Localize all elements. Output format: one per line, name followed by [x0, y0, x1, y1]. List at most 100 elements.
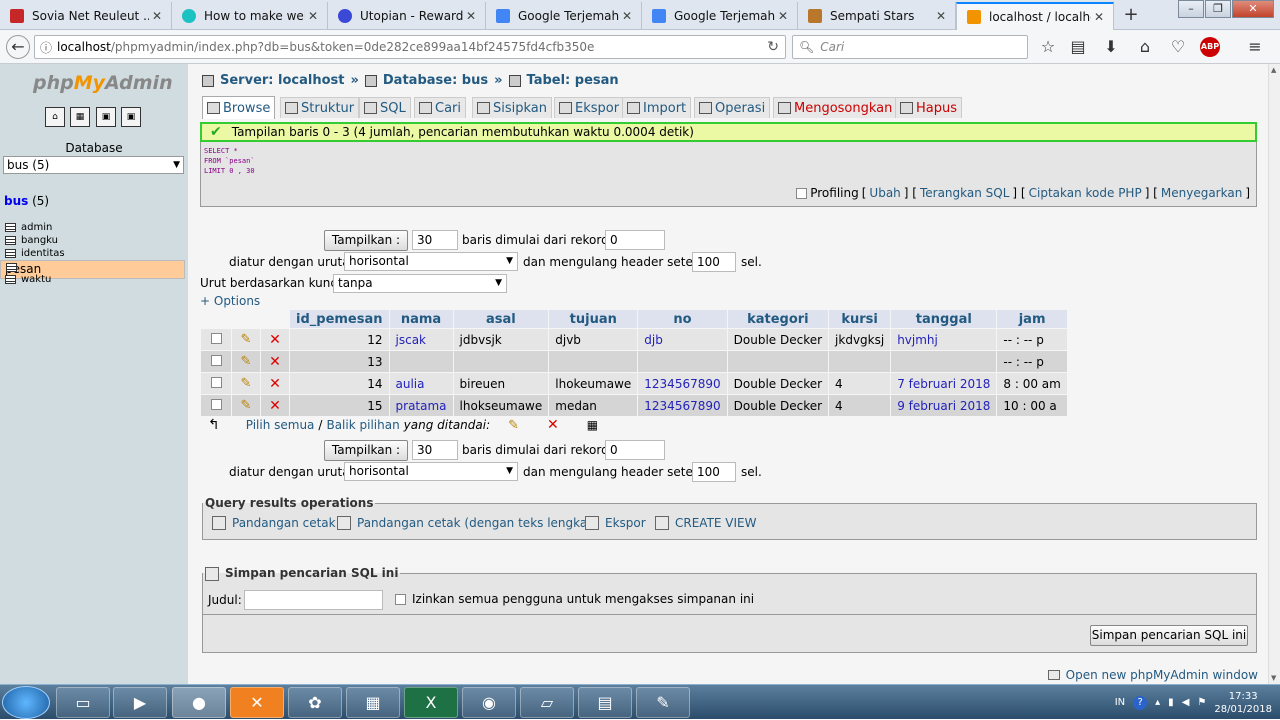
download-icon[interactable]: ⬇	[1099, 36, 1123, 58]
bookmark-star-icon[interactable]: ☆	[1036, 36, 1060, 58]
table-icon[interactable]	[5, 249, 16, 258]
row-checkbox[interactable]	[210, 332, 222, 344]
home-icon[interactable]: ⌂	[1133, 36, 1157, 58]
invert-selection-link[interactable]: Balik pilihan	[326, 418, 399, 432]
tab-struktur[interactable]: Struktur	[280, 97, 360, 118]
export-icon[interactable]: ▦	[587, 418, 598, 432]
column-header[interactable]: asal	[453, 310, 549, 328]
start-row-input-top[interactable]: 0	[605, 230, 665, 250]
tab-mengosongkan[interactable]: Mengosongkan	[773, 97, 898, 118]
explain-sql-link[interactable]: Terangkan SQL	[920, 186, 1009, 200]
firefox-icon[interactable]: ●	[172, 687, 226, 718]
table-icon[interactable]	[5, 223, 16, 232]
tab-hapus[interactable]: Hapus	[895, 97, 963, 118]
order-select-bottom[interactable]: horisontal ▼	[344, 462, 518, 481]
tab-import[interactable]: Import	[622, 97, 692, 118]
language-indicator[interactable]: IN	[1115, 697, 1125, 708]
sidebar-table-admin[interactable]: admin	[0, 221, 185, 234]
tab-cari[interactable]: Cari	[414, 97, 466, 118]
flag-icon[interactable]: ⚑	[1197, 697, 1206, 708]
delete-icon[interactable]: ✕	[547, 417, 559, 433]
print-view-full-link[interactable]: Pandangan cetak (dengan teks lengkap)	[337, 516, 600, 530]
maximize-button[interactable]: ❐	[1205, 0, 1231, 18]
pma-logo[interactable]: phpMyAdmin	[33, 72, 173, 94]
network-icon[interactable]: ▮	[1168, 697, 1174, 708]
column-header[interactable]: nama	[389, 310, 453, 328]
url-bar[interactable]: ⓘ localhost/phpmyadmin/index.php?db=bus&…	[34, 35, 786, 59]
search-input[interactable]: 🔍︎ Cari	[792, 35, 1028, 59]
sidebar-table-waktu[interactable]: waktu	[0, 273, 185, 286]
breadcrumb-server[interactable]: Server: localhost	[220, 73, 344, 88]
delete-icon[interactable]: ✕	[269, 354, 281, 370]
excel-icon[interactable]: X	[404, 687, 458, 718]
create-php-code-link[interactable]: Ciptakan kode PHP	[1029, 186, 1142, 200]
column-header[interactable]: jam	[997, 310, 1067, 328]
browser-tab-4[interactable]: Google Terjemahan✕	[486, 2, 642, 30]
row-checkbox[interactable]	[210, 398, 222, 410]
notepad-icon[interactable]: ▱	[520, 687, 574, 718]
tab-sisipkan[interactable]: Sisipkan	[472, 97, 553, 118]
tab-close-icon[interactable]: ✕	[619, 9, 635, 23]
docs-icon[interactable]: ▣	[121, 107, 141, 127]
rows-input-bottom[interactable]: 30	[412, 440, 458, 460]
tab-sql[interactable]: SQL	[359, 97, 411, 118]
new-tab-button[interactable]: +	[1120, 4, 1142, 26]
sidebar-table-identitas[interactable]: identitas	[0, 247, 185, 260]
browser-tab-active[interactable]: localhost / localho...✕	[956, 2, 1114, 30]
adblock-icon[interactable]: ABP	[1200, 37, 1220, 57]
database-select[interactable]: bus (5) ▼	[3, 156, 184, 174]
clock[interactable]: 17:33 28/01/2018	[1214, 690, 1272, 716]
pocket-icon[interactable]: ♡	[1166, 36, 1190, 58]
app-icon[interactable]: ✿	[288, 687, 342, 718]
pencil-icon[interactable]: ✎	[241, 332, 252, 347]
column-header[interactable]: kategori	[727, 310, 829, 328]
sidebar-table-bangku[interactable]: bangku	[0, 234, 185, 247]
info-icon[interactable]: ⓘ	[35, 39, 57, 56]
breadcrumb-table[interactable]: Tabel: pesan	[527, 73, 619, 88]
tab-ekspor[interactable]: Ekspor	[554, 97, 625, 118]
query-window-icon[interactable]: ▣	[96, 107, 116, 127]
delete-icon[interactable]: ✕	[269, 398, 281, 414]
browser-tab-6[interactable]: Sempati Stars ✕	[798, 2, 956, 30]
help-icon[interactable]: ?	[1133, 695, 1148, 710]
tab-close-icon[interactable]: ✕	[149, 9, 165, 23]
tab-close-icon[interactable]: ✕	[933, 9, 949, 23]
chrome-icon[interactable]: ◉	[462, 687, 516, 718]
tab-close-icon[interactable]: ✕	[1091, 10, 1107, 24]
sql-query-icon[interactable]: ▦	[70, 107, 90, 127]
column-header[interactable]: kursi	[829, 310, 891, 328]
minimize-button[interactable]: –	[1178, 0, 1204, 18]
media-player-icon[interactable]: ▶	[113, 687, 167, 718]
bookmark-title-input[interactable]	[244, 590, 383, 610]
shared-bookmark-checkbox[interactable]	[395, 594, 406, 605]
order-select-top[interactable]: horisontal ▼	[344, 252, 518, 271]
select-all-link[interactable]: Pilih semua	[246, 418, 315, 432]
explorer-icon[interactable]: ▭	[56, 687, 110, 718]
save-bookmark-button[interactable]: Simpan pencarian SQL ini	[1090, 625, 1248, 646]
menu-icon[interactable]: ≡	[1243, 36, 1267, 58]
browser-tab-5[interactable]: Google Terjemahan✕	[642, 2, 798, 30]
browser-tab-3[interactable]: Utopian - Rewardi...✕	[328, 2, 486, 30]
tab-operasi[interactable]: Operasi	[694, 97, 771, 118]
table-icon[interactable]	[5, 236, 16, 245]
tab-browse[interactable]: Browse	[202, 96, 276, 119]
tray-arrow-icon[interactable]: ▴	[1155, 697, 1160, 708]
scroll-down-icon[interactable]: ▼	[1271, 674, 1276, 682]
refresh-link[interactable]: Menyegarkan	[1161, 186, 1242, 200]
vertical-scrollbar[interactable]: ▲ ▼	[1268, 64, 1280, 684]
row-checkbox[interactable]	[210, 376, 222, 388]
column-header[interactable]: tanggal	[891, 310, 997, 328]
table-icon[interactable]	[6, 263, 17, 272]
profiling-checkbox[interactable]	[796, 187, 808, 199]
start-row-input-bottom[interactable]: 0	[605, 440, 665, 460]
create-view-link[interactable]: CREATE VIEW	[655, 516, 757, 530]
breadcrumb-database[interactable]: Database: bus	[383, 73, 488, 88]
tab-close-icon[interactable]: ✕	[463, 9, 479, 23]
tab-close-icon[interactable]: ✕	[775, 9, 791, 23]
print-view-link[interactable]: Pandangan cetak	[212, 516, 336, 530]
column-header[interactable]: no	[638, 310, 727, 328]
edit-query-link[interactable]: Ubah	[869, 186, 900, 200]
repeat-header-input-top[interactable]: 100	[692, 252, 736, 272]
pencil-icon[interactable]: ✎	[508, 418, 519, 433]
delete-icon[interactable]: ✕	[269, 332, 281, 348]
